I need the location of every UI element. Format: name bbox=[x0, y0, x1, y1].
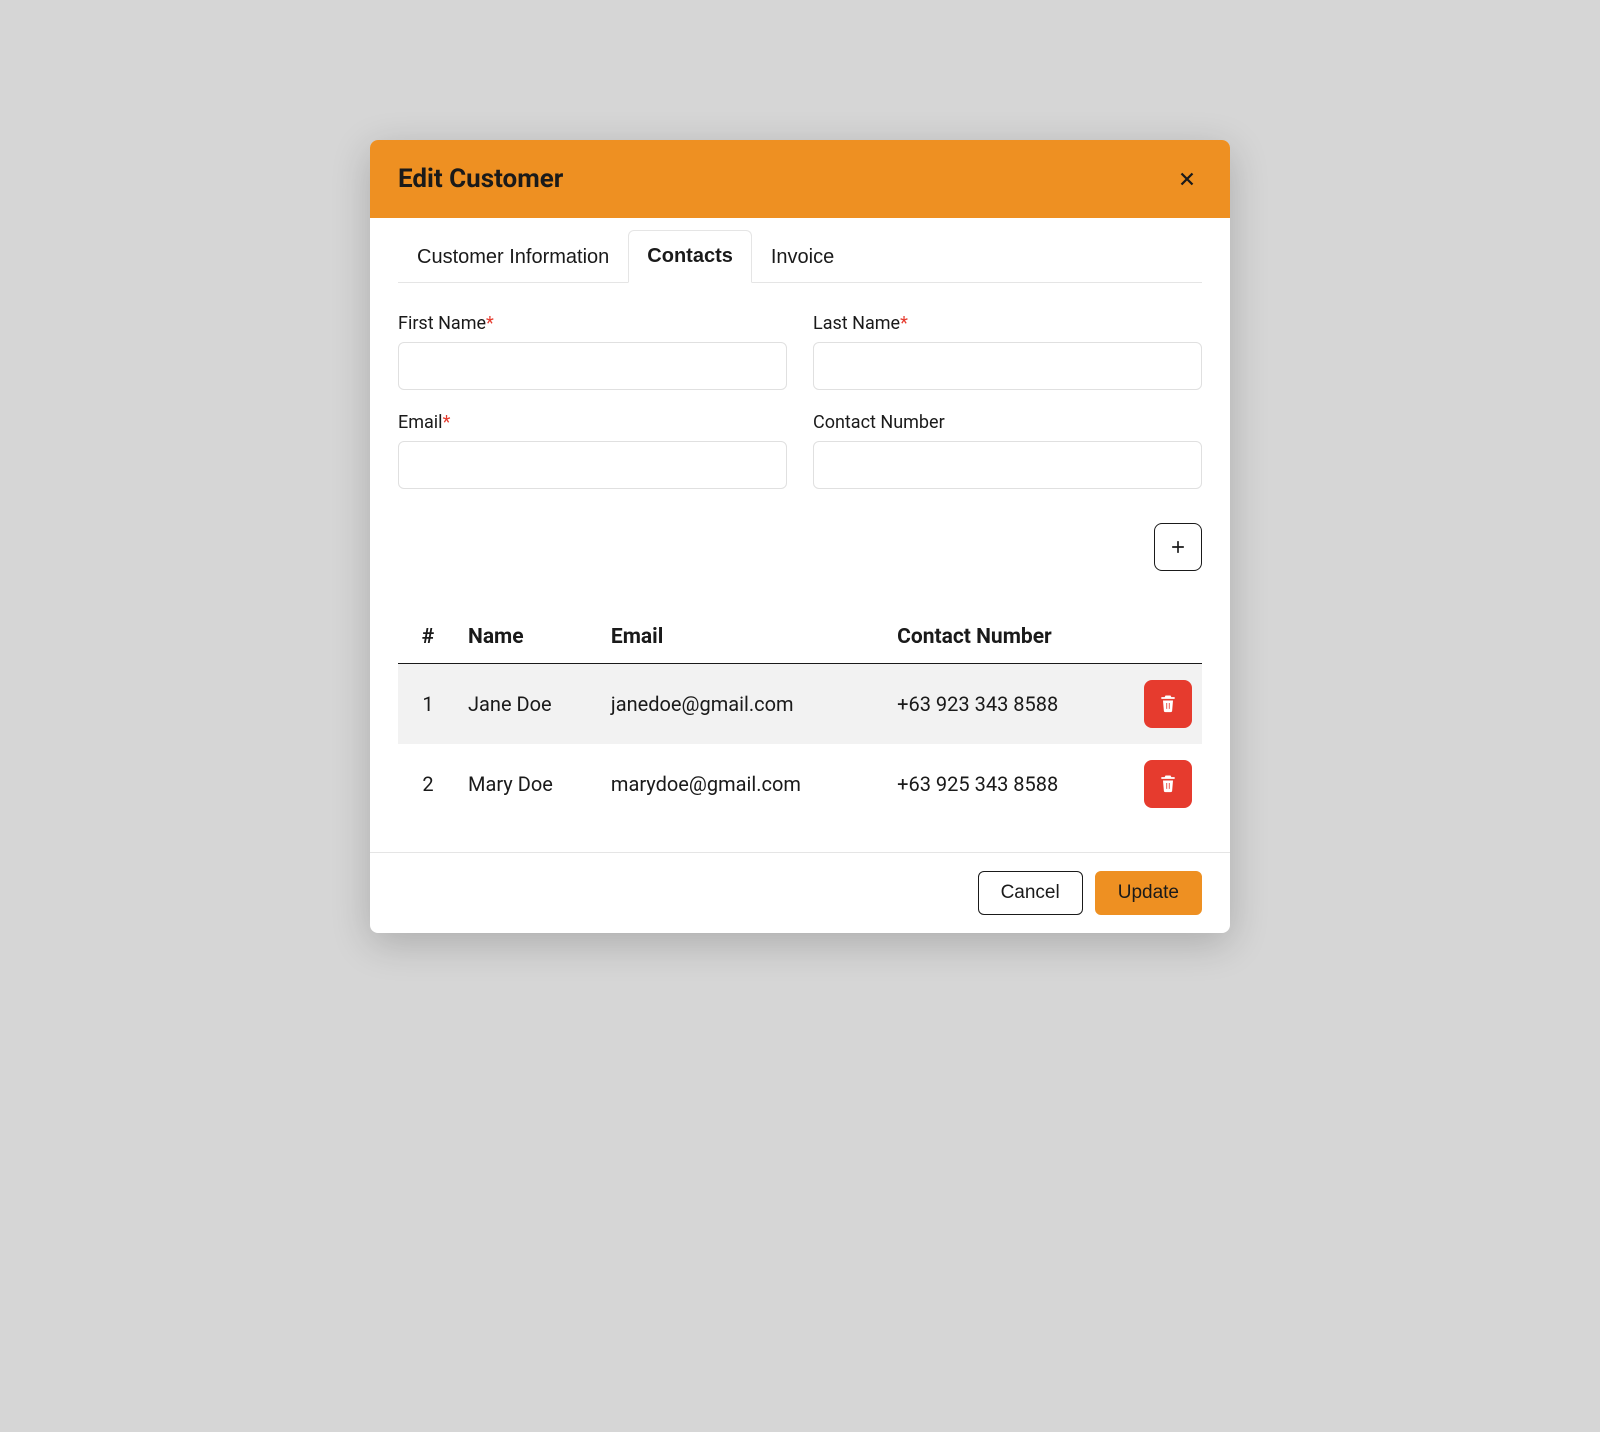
delete-row-button[interactable] bbox=[1144, 680, 1192, 728]
edit-customer-modal: Edit Customer Customer Information Conta… bbox=[370, 140, 1230, 933]
required-marker: * bbox=[443, 412, 451, 433]
col-email: Email bbox=[601, 611, 887, 664]
cell-index: 2 bbox=[398, 744, 458, 824]
trash-icon bbox=[1158, 773, 1178, 796]
cancel-button[interactable]: Cancel bbox=[978, 871, 1083, 915]
cell-actions bbox=[1134, 744, 1202, 824]
modal-footer: Cancel Update bbox=[370, 852, 1230, 933]
contact-form: First Name* Last Name* Email* Contact Nu… bbox=[398, 313, 1202, 489]
tab-customer-information[interactable]: Customer Information bbox=[398, 230, 628, 283]
tab-invoice[interactable]: Invoice bbox=[752, 230, 853, 283]
contact-number-input[interactable] bbox=[813, 441, 1202, 489]
cell-email: marydoe@gmail.com bbox=[601, 744, 887, 824]
email-label: Email* bbox=[398, 412, 787, 433]
close-button[interactable] bbox=[1172, 164, 1202, 194]
update-button[interactable]: Update bbox=[1095, 871, 1202, 915]
tabs: Customer Information Contacts Invoice bbox=[398, 230, 1202, 283]
required-marker: * bbox=[900, 313, 908, 334]
modal-body: Customer Information Contacts Invoice Fi… bbox=[370, 230, 1230, 852]
required-marker: * bbox=[486, 313, 494, 334]
modal-header: Edit Customer bbox=[370, 140, 1230, 218]
tab-contacts[interactable]: Contacts bbox=[628, 230, 752, 283]
first-name-field-group: First Name* bbox=[398, 313, 787, 390]
cell-email: janedoe@gmail.com bbox=[601, 664, 887, 745]
cell-name: Jane Doe bbox=[458, 664, 601, 745]
delete-row-button[interactable] bbox=[1144, 760, 1192, 808]
add-contact-button[interactable] bbox=[1154, 523, 1202, 571]
cell-actions bbox=[1134, 664, 1202, 745]
last-name-input[interactable] bbox=[813, 342, 1202, 390]
last-name-field-group: Last Name* bbox=[813, 313, 1202, 390]
col-name: Name bbox=[458, 611, 601, 664]
last-name-label: Last Name* bbox=[813, 313, 1202, 334]
first-name-label: First Name* bbox=[398, 313, 787, 334]
cell-index: 1 bbox=[398, 664, 458, 745]
add-row-container bbox=[398, 523, 1202, 571]
contacts-table: # Name Email Contact Number 1Jane Doejan… bbox=[398, 611, 1202, 824]
cell-contact-number: +63 925 343 8588 bbox=[887, 744, 1134, 824]
cell-name: Mary Doe bbox=[458, 744, 601, 824]
col-index: # bbox=[398, 611, 458, 664]
email-input[interactable] bbox=[398, 441, 787, 489]
plus-icon bbox=[1168, 537, 1188, 557]
first-name-input[interactable] bbox=[398, 342, 787, 390]
col-contact-number: Contact Number bbox=[887, 611, 1134, 664]
modal-title: Edit Customer bbox=[398, 164, 563, 194]
email-field-group: Email* bbox=[398, 412, 787, 489]
contact-number-label: Contact Number bbox=[813, 412, 1202, 433]
trash-icon bbox=[1158, 693, 1178, 716]
table-row: 1Jane Doejanedoe@gmail.com+63 923 343 85… bbox=[398, 664, 1202, 745]
cell-contact-number: +63 923 343 8588 bbox=[887, 664, 1134, 745]
contact-number-field-group: Contact Number bbox=[813, 412, 1202, 489]
col-actions bbox=[1134, 611, 1202, 664]
close-icon bbox=[1176, 168, 1198, 190]
table-row: 2Mary Doemarydoe@gmail.com+63 925 343 85… bbox=[398, 744, 1202, 824]
